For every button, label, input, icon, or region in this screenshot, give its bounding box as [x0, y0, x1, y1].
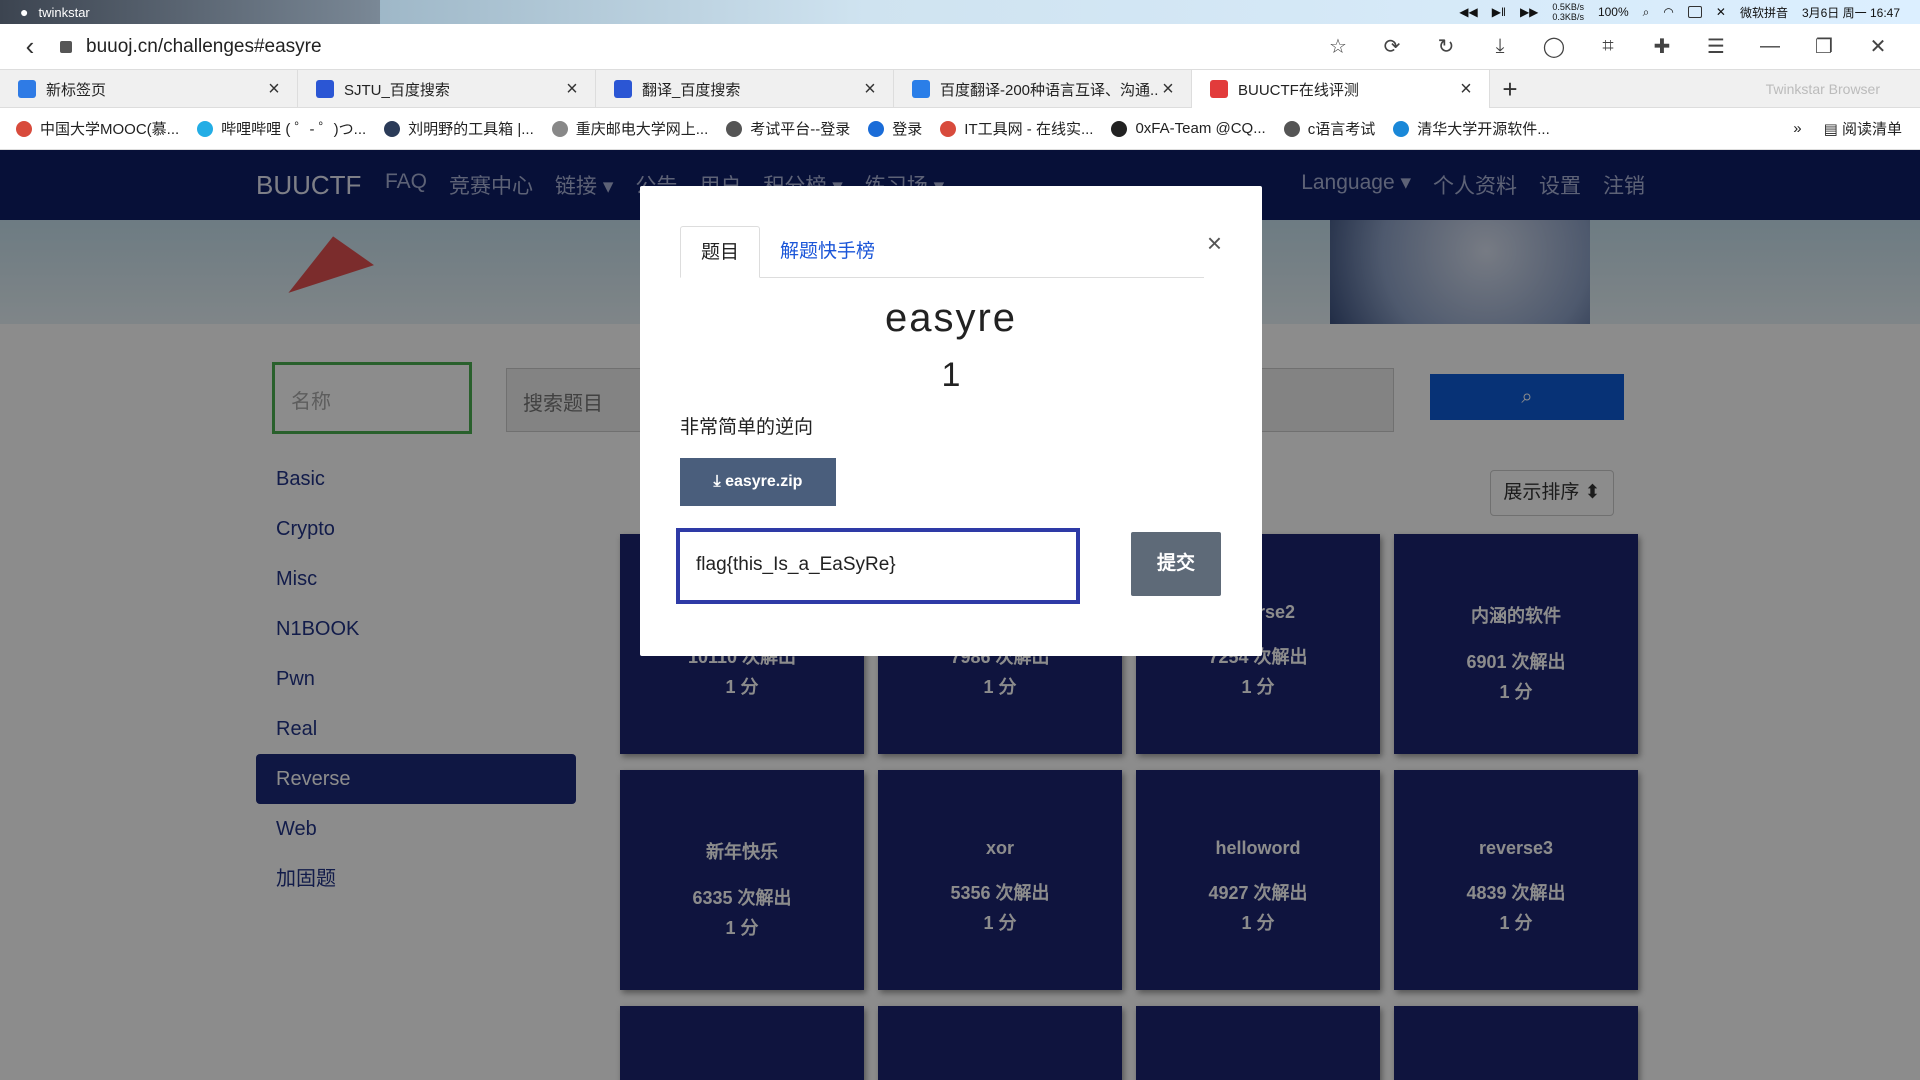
bookmark-icon	[1283, 120, 1300, 137]
baidu-icon	[614, 80, 632, 98]
bookmark-icon	[16, 120, 32, 137]
translate-icon	[912, 80, 930, 98]
challenge-value: 1	[941, 356, 961, 394]
new-tab-button[interactable]: +	[1490, 70, 1530, 107]
bookmark-label: c语言考试	[1307, 121, 1376, 138]
back-arrow-icon[interactable]: ‹	[0, 31, 60, 62]
reading-list-label: 阅读清单	[1841, 121, 1902, 138]
app-name[interactable]: twinkstar	[38, 5, 89, 20]
apple-icon[interactable]: ●	[20, 4, 28, 20]
bookmark-icon	[726, 120, 743, 137]
tab-translate-search[interactable]: 翻译_百度搜索 ×	[596, 70, 894, 108]
download-file-label: easyre.zip	[725, 473, 803, 490]
challenge-modal: × 题目 解题快手榜 easyre 1 非常简单的逆向 ⤓ easyre.zip…	[640, 186, 1262, 656]
tab-baidu-translate[interactable]: 百度翻译-200种语言互译、沟通... ×	[894, 70, 1192, 108]
submit-button[interactable]: 提交	[1131, 532, 1221, 596]
clock[interactable]: 3月6日 周一 16:47	[1802, 4, 1900, 21]
bookmark-label: IT工具网 - 在线实...	[964, 121, 1094, 138]
bookmark-item[interactable]: 登录	[868, 118, 922, 139]
download-file-button[interactable]: ⤓ easyre.zip	[680, 458, 836, 506]
menu-icon[interactable]: ☰	[1704, 34, 1728, 59]
lock-icon[interactable]	[60, 40, 72, 53]
bookmark-item[interactable]: 清华大学开源软件...	[1393, 118, 1550, 139]
mute-icon[interactable]: ✕	[1716, 5, 1726, 19]
address-bar: ‹ buuoj.cn/challenges#easyre ☆ ⟳ ↻ ⤓ ◯ ⌗…	[0, 24, 1920, 70]
close-tab-icon[interactable]: ×	[1457, 78, 1475, 101]
display-icon[interactable]	[1687, 6, 1702, 18]
battery-level: 100%	[1597, 5, 1629, 19]
media-next-icon[interactable]: ▶▶	[1520, 5, 1538, 19]
bookmark-label: 0xFA-Team @CQ...	[1135, 120, 1266, 137]
modal-tabs: 题目 解题快手榜	[680, 226, 1204, 278]
challenge-description: 非常简单的逆向	[680, 417, 814, 438]
tab-challenge[interactable]: 题目	[680, 226, 761, 278]
bookmark-icon	[551, 120, 568, 137]
bookmark-icon	[197, 120, 214, 137]
tab-label: 翻译_百度搜索	[642, 81, 741, 99]
url-field[interactable]: buuoj.cn/challenges#easyre	[86, 36, 1326, 58]
bookmark-label: 刘明野的工具箱 |...	[408, 121, 534, 138]
challenge-title: easyre	[884, 296, 1018, 340]
restore-icon[interactable]: ❐	[1812, 34, 1836, 59]
star-icon[interactable]: ☆	[1326, 34, 1350, 59]
bookmark-icon	[940, 120, 957, 137]
bookmark-label: 清华大学开源软件...	[1417, 121, 1550, 138]
bookmark-item[interactable]: 哔哩哔哩 ( ゜- ゜)つ...	[197, 118, 366, 139]
search-icon[interactable]: ⌕	[1643, 5, 1650, 20]
tab-label: 新标签页	[46, 81, 107, 99]
tab-new[interactable]: 新标签页 ×	[0, 70, 298, 108]
download-icon[interactable]: ⤓	[1488, 35, 1512, 58]
bookmark-item[interactable]: 中国大学MOOC(慕...	[16, 118, 179, 139]
close-tab-icon[interactable]: ×	[563, 78, 581, 101]
tab-label: BUUCTF在线评测	[1238, 81, 1359, 99]
bookmark-label: 登录	[892, 121, 923, 138]
tab-strip: 新标签页 × SJTU_百度搜索 × 翻译_百度搜索 × 百度翻译-200种语言…	[0, 70, 1920, 108]
buuctf-icon	[1210, 80, 1228, 98]
new-tab-icon	[18, 80, 36, 98]
bookmark-icon	[1111, 120, 1128, 137]
media-prev-icon[interactable]: ◀◀	[1459, 5, 1477, 19]
bookmark-item[interactable]: c语言考试	[1283, 118, 1376, 139]
minimize-icon[interactable]: —	[1758, 35, 1782, 58]
tab-fastest-solvers[interactable]: 解题快手榜	[760, 226, 895, 278]
tab-sjtu[interactable]: SJTU_百度搜索 ×	[298, 70, 596, 108]
close-tab-icon[interactable]: ×	[265, 78, 283, 101]
wifi-icon[interactable]: ◠	[1663, 5, 1673, 19]
system-menu-bar: ● twinkstar ◀◀ ▶‖ ▶▶ 0.5KB/s 0.3KB/s 100%…	[0, 0, 1920, 24]
bookmarks-bar: 中国大学MOOC(慕... 哔哩哔哩 ( ゜- ゜)つ... 刘明野的工具箱 |…	[0, 108, 1920, 150]
bookmark-item[interactable]: 0xFA-Team @CQ...	[1111, 120, 1266, 137]
bookmark-label: 中国大学MOOC(慕...	[40, 121, 180, 138]
bookmark-item[interactable]: IT工具网 - 在线实...	[940, 118, 1093, 139]
bookmark-item[interactable]: 考试平台--登录	[726, 118, 850, 139]
reload-icon[interactable]: ↻	[1434, 34, 1458, 59]
extensions-icon[interactable]: ✚	[1650, 34, 1674, 59]
more-bookmarks-icon[interactable]: »	[1793, 120, 1801, 137]
bookmark-icon	[868, 120, 885, 137]
close-tab-icon[interactable]: ×	[861, 78, 879, 101]
net-speed: 0.5KB/s 0.3KB/s	[1552, 2, 1584, 22]
bookmark-icon	[384, 120, 401, 137]
flag-input[interactable]: flag{this_Is_a_EaSyRe}	[676, 528, 1080, 604]
close-tab-icon[interactable]: ×	[1159, 78, 1177, 101]
tab-label: 百度翻译-200种语言互译、沟通...	[940, 81, 1159, 99]
sync-icon[interactable]: ⟳	[1380, 34, 1404, 59]
ime-label[interactable]: 微软拼音	[1740, 4, 1788, 21]
close-icon[interactable]: ×	[1207, 228, 1222, 259]
bookmark-label: 哔哩哔哩 ( ゜- ゜)つ...	[221, 121, 367, 138]
bookmark-icon	[1393, 120, 1410, 137]
bookmark-item[interactable]: 刘明野的工具箱 |...	[384, 118, 534, 139]
browser-brand: Twinkstar Browser	[1765, 81, 1880, 97]
bookmark-label: 考试平台--登录	[750, 121, 851, 138]
download-icon: ⤓	[713, 473, 721, 490]
bookmark-label: 重庆邮电大学网上...	[575, 121, 709, 138]
close-window-icon[interactable]: ✕	[1866, 34, 1890, 59]
crop-icon[interactable]: ⌗	[1596, 35, 1620, 58]
media-play-icon[interactable]: ▶‖	[1492, 5, 1506, 19]
tab-label: SJTU_百度搜索	[344, 81, 450, 99]
tab-buuctf[interactable]: BUUCTF在线评测 ×	[1192, 70, 1490, 108]
bookmark-item[interactable]: 重庆邮电大学网上...	[551, 118, 709, 139]
user-icon[interactable]: ◯	[1542, 34, 1566, 59]
reading-list-button[interactable]: ▤ 阅读清单	[1824, 118, 1902, 139]
baidu-icon	[316, 80, 334, 98]
